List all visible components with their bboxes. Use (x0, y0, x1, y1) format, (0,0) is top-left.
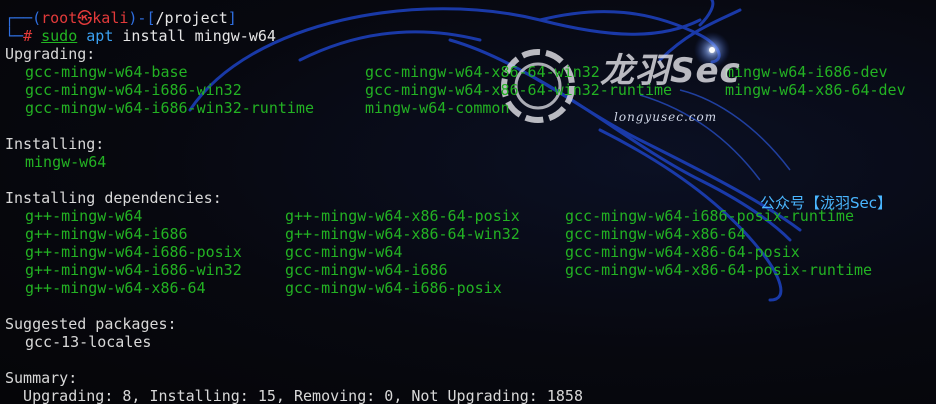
prompt-user: root (41, 9, 78, 27)
dependency-package: gcc-mingw-w64-x86-64-posix (565, 243, 800, 261)
command-line[interactable]: └─# sudo apt install mingw-w64 (5, 27, 276, 45)
command-sudo: sudo (41, 27, 78, 45)
upgrade-package: mingw-w64-common (365, 99, 510, 117)
dependency-package: g++-mingw-w64-i686-win32 (25, 261, 242, 279)
upgrade-package: gcc-mingw-w64-i686-win32 (25, 81, 242, 99)
command-args: install mingw-w64 (113, 27, 276, 45)
dependency-package: gcc-mingw-w64 (285, 243, 403, 261)
command-apt: apt (86, 27, 114, 45)
upgrade-package: gcc-mingw-w64-i686-win32-runtime (25, 99, 314, 117)
summary-text: Upgrading: 8, Installing: 15, Removing: … (5, 387, 583, 404)
prompt-line-1: ┌──(root㉿kali)-[/project] (5, 9, 237, 27)
prompt-close: ] (227, 9, 237, 27)
upgrade-package: gcc-mingw-w64-x86-64-win32 (365, 63, 600, 81)
prompt-at-symbol: ㉿ (77, 9, 93, 27)
dependency-package: g++-mingw-w64-x86-64-posix (285, 207, 520, 225)
prompt-frame-bottom: └─ (5, 27, 24, 45)
watermark-url: longyusec.com (614, 110, 718, 124)
dependency-package: g++-mingw-w64-x86-64 (25, 279, 206, 297)
upgrade-package: gcc-mingw-w64-base (25, 63, 188, 81)
dependency-package: g++-mingw-w64 (25, 207, 143, 225)
prompt-frame-top: ┌──( (5, 9, 42, 27)
prompt-separator: )-[ (128, 9, 156, 27)
prompt-symbol: # (23, 27, 42, 45)
dependencies-heading: Installing dependencies: (5, 189, 222, 207)
watermark-wechat-label: 公众号【泷羽Sec】 (760, 194, 892, 212)
dependency-package: gcc-mingw-w64-i686 (285, 261, 448, 279)
dependency-package: g++-mingw-w64-x86-64-win32 (285, 225, 520, 243)
watermark-logo-text: 龙羽Sec (600, 51, 741, 91)
suggested-package: gcc-13-locales (25, 333, 152, 351)
terminal-window[interactable]: ┌──(root㉿kali)-[/project] └─# sudo apt i… (0, 0, 936, 404)
dependency-package: gcc-mingw-w64-x86-64-posix-runtime (565, 261, 873, 279)
suggested-heading: Suggested packages: (5, 315, 177, 333)
prompt-cwd: /project (155, 9, 228, 27)
prompt-host: kali (92, 9, 129, 27)
dependency-package: gcc-mingw-w64-i686-posix (285, 279, 502, 297)
dependency-package: g++-mingw-w64-i686-posix (25, 243, 242, 261)
summary-heading: Summary: (5, 369, 78, 387)
upgrading-heading: Upgrading: (5, 45, 96, 63)
dependency-package: g++-mingw-w64-i686 (25, 225, 188, 243)
upgrade-package: mingw-w64-i686-dev (725, 63, 888, 81)
dependency-package: gcc-mingw-w64-x86-64 (565, 225, 746, 243)
upgrade-package: mingw-w64-x86-64-dev (725, 81, 906, 99)
install-package: mingw-w64 (25, 153, 107, 171)
installing-heading: Installing: (5, 135, 105, 153)
